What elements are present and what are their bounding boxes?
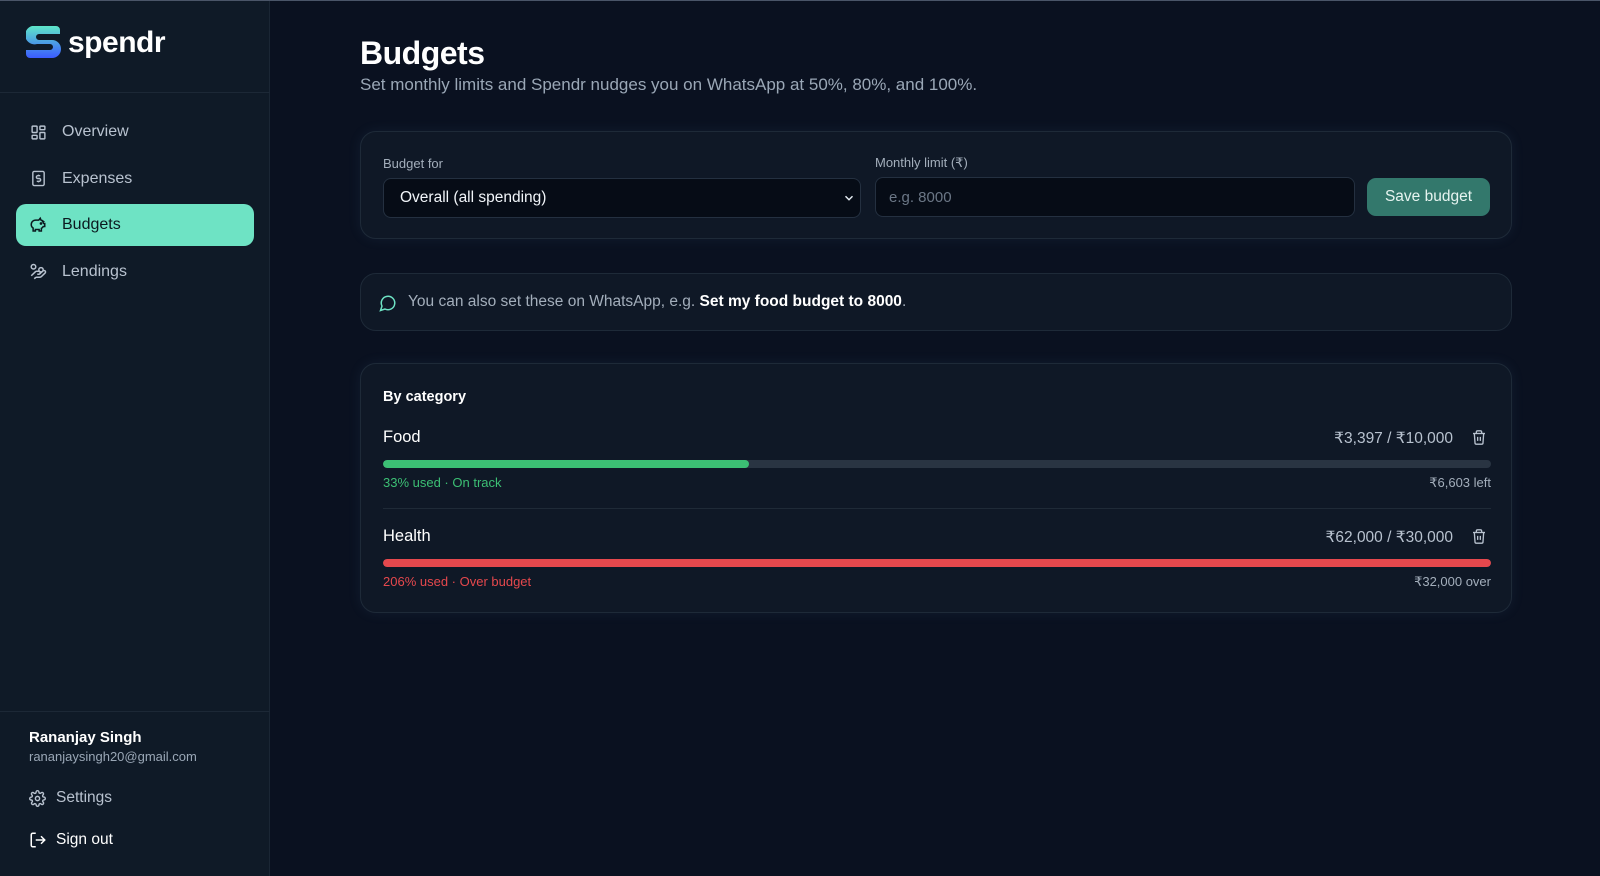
settings-label: Settings: [56, 789, 113, 806]
category-budgets-card: By category Food ₹3,397 / ₹10,000 33% us…: [360, 363, 1512, 613]
piggy-bank-icon: [29, 216, 47, 234]
sidebar-item-label: Lendings: [62, 262, 127, 280]
chevron-down-icon: [842, 191, 856, 210]
budget-status: 33% used · On track: [383, 475, 502, 490]
save-budget-button[interactable]: Save budget: [1367, 178, 1490, 216]
whatsapp-tip-card: You can also set these on WhatsApp, e.g.…: [360, 273, 1512, 331]
sidebar-nav: Overview Expenses Budgets Lendings: [16, 111, 254, 297]
sidebar-divider: [0, 92, 270, 93]
hand-coins-icon: [29, 263, 47, 281]
budget-progress-fill: [383, 559, 1491, 567]
budget-progress-bar: [383, 559, 1491, 567]
trash-icon[interactable]: [1471, 528, 1487, 550]
message-circle-icon: [379, 294, 397, 317]
sidebar-item-budgets[interactable]: Budgets: [16, 204, 254, 246]
budget-for-value: Overall (all spending): [400, 189, 547, 206]
section-title: By category: [383, 389, 467, 405]
monthly-limit-label: Monthly limit (₹): [875, 155, 968, 170]
budget-status: 206% used · Over budget: [383, 574, 532, 589]
budget-progress-fill: [383, 460, 749, 468]
layout-dashboard-icon: [29, 123, 47, 141]
sidebar-item-lendings[interactable]: Lendings: [16, 251, 254, 293]
budget-amount: ₹3,397 / ₹10,000: [1334, 430, 1453, 447]
log-out-icon: [29, 831, 47, 849]
sidebar: spendr Overview Expenses Budgets Lending…: [0, 1, 270, 876]
budget-for-select[interactable]: Overall (all spending): [383, 178, 861, 218]
sidebar-item-label: Overview: [62, 123, 129, 140]
sidebar-item-label: Budgets: [62, 216, 121, 233]
tip-example: Set my food budget to 8000: [699, 293, 902, 310]
app-name: spendr: [68, 26, 166, 59]
user-name: Rananjay Singh: [29, 729, 142, 746]
monthly-limit-input[interactable]: [875, 177, 1355, 217]
sidebar-item-expenses[interactable]: Expenses: [16, 158, 254, 200]
budget-remaining: ₹6,603 left: [1429, 475, 1491, 490]
budget-remaining: ₹32,000 over: [1414, 574, 1491, 589]
user-profile: Rananjay Singh rananjaysingh20@gmail.com: [29, 729, 197, 764]
page-title: Budgets: [360, 35, 485, 71]
receipt-icon: [29, 170, 47, 188]
budget-progress-bar: [383, 460, 1491, 468]
sidebar-item-label: Expenses: [62, 169, 133, 187]
logo[interactable]: spendr: [26, 23, 166, 63]
budget-amount: ₹62,000 / ₹30,000: [1325, 529, 1453, 546]
sidebar-item-overview[interactable]: Overview: [16, 111, 254, 153]
gear-icon: [29, 789, 47, 807]
budget-category-name: Health: [383, 527, 431, 545]
tip-text-prefix: You can also set these on WhatsApp, e.g.: [408, 293, 700, 310]
sign-out-link[interactable]: Sign out: [29, 831, 113, 849]
settings-link[interactable]: Settings: [29, 789, 112, 807]
budget-category-name: Food: [383, 428, 421, 446]
user-email: rananjaysingh20@gmail.com: [29, 749, 197, 764]
page-subtitle: Set monthly limits and Spendr nudges you…: [360, 75, 978, 94]
budget-for-label: Budget for: [383, 156, 443, 171]
row-divider: [383, 508, 1491, 509]
tip-text-suffix: .: [901, 293, 907, 310]
spendr-logo-icon: [26, 26, 61, 58]
sidebar-divider: [0, 711, 270, 712]
tip-text: You can also set these on WhatsApp, e.g.…: [408, 293, 906, 311]
budget-form-card: Budget for Overall (all spending) Monthl…: [360, 131, 1512, 239]
sign-out-label: Sign out: [56, 831, 113, 848]
trash-icon[interactable]: [1471, 429, 1487, 451]
